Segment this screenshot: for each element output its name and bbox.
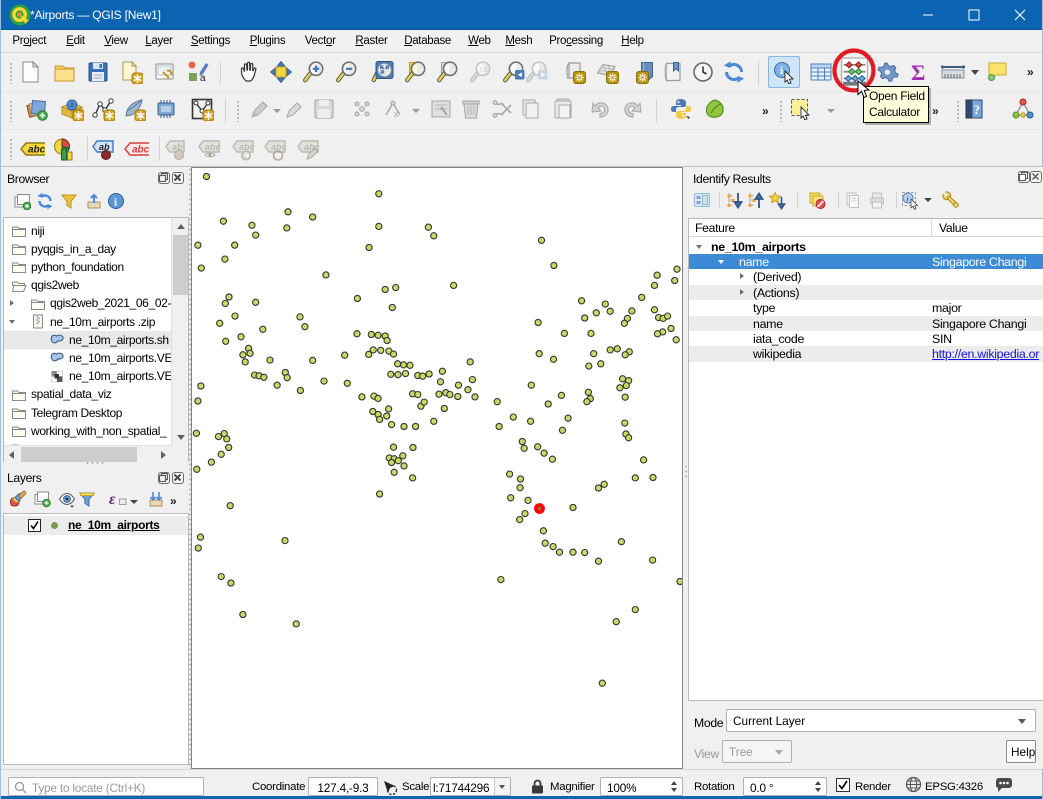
svg-text:1:1: 1:1	[479, 67, 488, 74]
svg-text:?: ?	[973, 102, 980, 117]
svg-text:a: a	[200, 73, 206, 84]
svg-text:ε: ε	[109, 491, 116, 508]
svg-text:x: x	[394, 109, 399, 119]
svg-text:Σ: Σ	[911, 60, 925, 84]
svg-text:abc: abc	[28, 145, 45, 156]
svg-text:i: i	[780, 65, 783, 77]
svg-text:abc: abc	[132, 145, 149, 156]
svg-text:i: i	[114, 197, 117, 209]
svg-text:abc: abc	[205, 142, 221, 152]
svg-text:abc: abc	[239, 142, 255, 152]
